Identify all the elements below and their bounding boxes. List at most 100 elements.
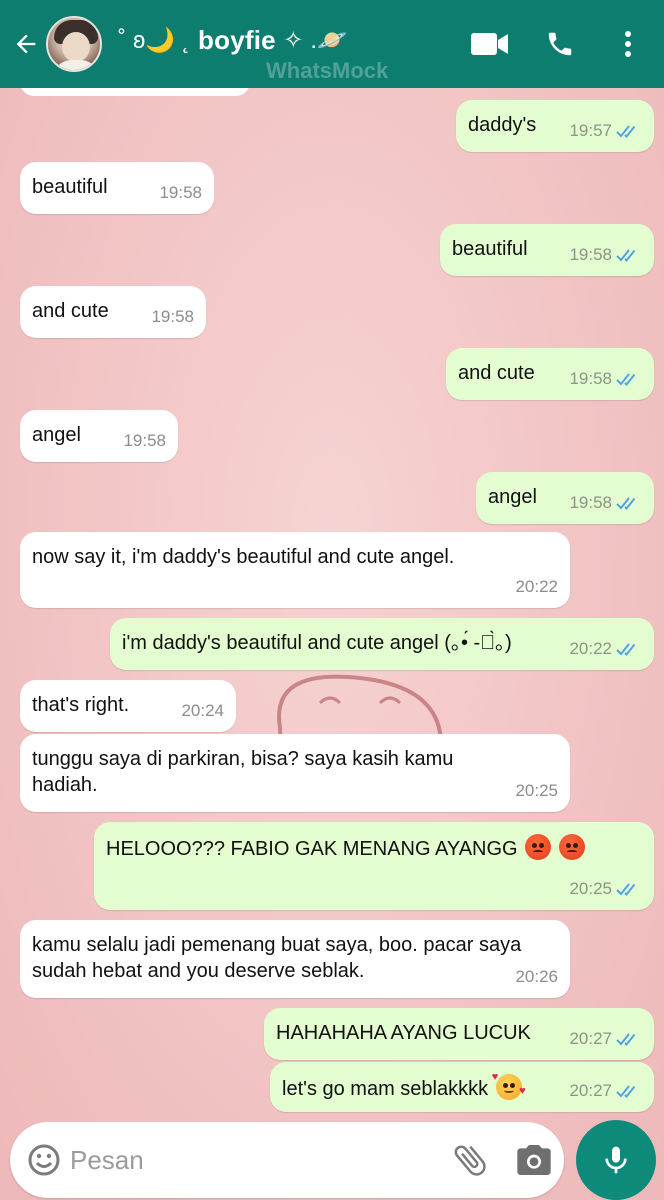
contact-name-suffix: ✧ .🪐 — [283, 26, 348, 54]
message-meta: 19:58 — [123, 428, 166, 454]
message-meta: 19:58 — [569, 490, 642, 516]
read-receipt-icon — [616, 1033, 636, 1046]
message-time: 19:57 — [569, 121, 612, 140]
message-time: 19:58 — [159, 183, 202, 202]
camera-icon — [517, 1145, 551, 1175]
message-bubble-incoming[interactable]: and cute 19:58 — [20, 286, 206, 338]
message-bubble-incoming[interactable]: tunggu saya di parkiran, bisa? saya kasi… — [20, 734, 570, 812]
read-receipt-icon — [616, 497, 636, 510]
message-bubble-incoming[interactable]: kamu selalu jadi pemenang buat saya, boo… — [20, 920, 570, 998]
message-meta: 20:27 — [569, 1078, 642, 1104]
read-receipt-icon — [616, 1085, 636, 1098]
overflow-menu-button[interactable] — [608, 24, 648, 64]
chat-header: ˚ ʚ🌙 ˛ boyfie ✧ .🪐 WhatsMock — [0, 0, 664, 88]
message-meta: 19:58 — [159, 180, 202, 206]
attach-icon — [454, 1145, 486, 1176]
message-bubble-outgoing[interactable]: HELOOO??? FABIO GAK MENANG AYANGG 20:25 — [94, 822, 654, 910]
camera-button[interactable] — [514, 1140, 554, 1180]
message-bubble-outgoing[interactable]: let's go mam seblakkkk ♥ ♥ 20:27 — [270, 1062, 654, 1112]
message-text-row: let's go mam seblakkkk ♥ ♥ — [282, 1072, 526, 1102]
message-text: and cute — [458, 362, 535, 384]
back-arrow-icon — [16, 34, 36, 54]
message-text: tunggu saya di parkiran, bisa? saya kasi… — [32, 748, 454, 796]
message-text: angel — [32, 424, 81, 446]
read-receipt-icon — [616, 643, 636, 656]
more-vertical-icon — [625, 31, 631, 57]
message-time: 20:26 — [515, 967, 558, 986]
message-text-row: HELOOO??? FABIO GAK MENANG AYANGG — [106, 834, 585, 862]
chat-screen: ˚ ʚ🌙 ˛ boyfie ✧ .🪐 WhatsMock daddy's 19:… — [0, 0, 664, 1200]
message-bubble-incoming[interactable]: beautiful 19:58 — [20, 162, 214, 214]
message-meta: 20:25 — [515, 778, 558, 804]
voice-call-button[interactable] — [540, 24, 580, 64]
message-time: 19:58 — [569, 369, 612, 388]
emoji-icon — [28, 1144, 60, 1176]
avatar-face — [62, 32, 90, 62]
avatar-shirt — [52, 60, 100, 70]
message-bubble-outgoing[interactable]: beautiful 19:58 — [440, 224, 654, 276]
video-camera-icon — [471, 33, 508, 55]
read-receipt-icon — [616, 249, 636, 262]
watermark: WhatsMock — [266, 58, 389, 83]
message-time: 20:22 — [569, 639, 612, 658]
message-bubble-incoming[interactable]: angel 19:58 — [20, 410, 178, 462]
message-bubble-incoming[interactable]: now say it, i'm daddy's beautiful and cu… — [20, 532, 570, 608]
emoji-button[interactable] — [26, 1142, 62, 1178]
message-time: 20:27 — [569, 1081, 612, 1100]
message-time: 19:58 — [569, 245, 612, 264]
message-meta: 20:22 — [569, 636, 642, 662]
phone-icon — [548, 32, 572, 56]
angry-face-icon — [558, 834, 585, 860]
back-button[interactable] — [6, 22, 46, 66]
message-meta: 20:26 — [515, 964, 558, 990]
message-text: HAHAHAHA AYANG LUCUK — [276, 1022, 531, 1044]
message-meta: 20:24 — [181, 698, 224, 724]
read-receipt-icon — [616, 125, 636, 138]
read-receipt-icon — [616, 373, 636, 386]
message-meta: 20:22 — [515, 574, 558, 600]
message-text: HELOOO??? FABIO GAK MENANG AYANGG — [106, 838, 518, 860]
message-time: 20:24 — [181, 701, 224, 720]
message-text: now say it, i'm daddy's beautiful and cu… — [32, 546, 455, 568]
message-text: and cute — [32, 300, 109, 322]
message-meta: 20:25 — [569, 876, 642, 902]
message-meta: 19:58 — [151, 304, 194, 330]
message-bubble-outgoing[interactable]: daddy's 19:57 — [456, 100, 654, 152]
smiling-face-with-hearts-icon: ♥ ♥ — [492, 1072, 526, 1100]
contact-name[interactable]: ˚ ʚ🌙 ˛ boyfie ✧ .🪐 — [118, 20, 458, 60]
message-time: 19:58 — [151, 307, 194, 326]
message-text: kamu selalu jadi pemenang buat saya, boo… — [32, 934, 522, 982]
message-meta: 20:27 — [569, 1026, 642, 1052]
video-call-button[interactable] — [470, 24, 510, 64]
message-text: beautiful — [452, 238, 528, 260]
message-bubble-outgoing[interactable]: angel 19:58 — [476, 472, 654, 524]
message-text: let's go mam seblakkkk — [282, 1078, 489, 1100]
attach-button[interactable] — [450, 1140, 490, 1180]
message-text: angel — [488, 486, 537, 508]
message-meta: 19:58 — [569, 366, 642, 392]
message-meta: 19:58 — [569, 242, 642, 268]
read-receipt-icon — [616, 883, 636, 896]
mic-icon — [605, 1146, 627, 1174]
message-time: 20:27 — [569, 1029, 612, 1048]
message-text: that's right. — [32, 694, 130, 716]
contact-name-prefix: ˚ ʚ🌙 ˛ — [118, 26, 191, 54]
message-meta: 19:57 — [569, 118, 642, 144]
message-bubble-outgoing[interactable]: i'm daddy's beautiful and cute angel (｡•… — [110, 618, 654, 670]
message-input[interactable] — [70, 1136, 440, 1184]
message-time: 19:58 — [569, 493, 612, 512]
message-bubble-outgoing[interactable]: and cute 19:58 — [446, 348, 654, 400]
message-time: 19:58 — [123, 431, 166, 450]
message-text: i'm daddy's beautiful and cute angel (｡•… — [122, 632, 512, 654]
contact-avatar[interactable] — [46, 16, 102, 72]
message-composer — [10, 1122, 564, 1198]
message-text: beautiful — [32, 176, 108, 198]
voice-message-button[interactable] — [576, 1120, 656, 1200]
message-time: 20:25 — [569, 879, 612, 898]
message-time: 20:25 — [515, 781, 558, 800]
contact-name-text: boyfie — [198, 24, 276, 55]
message-bubble-incoming[interactable]: that's right. 20:24 — [20, 680, 236, 732]
angry-face-icon — [525, 834, 552, 860]
message-bubble-outgoing[interactable]: HAHAHAHA AYANG LUCUK 20:27 — [264, 1008, 654, 1060]
message-text: daddy's — [468, 114, 537, 136]
